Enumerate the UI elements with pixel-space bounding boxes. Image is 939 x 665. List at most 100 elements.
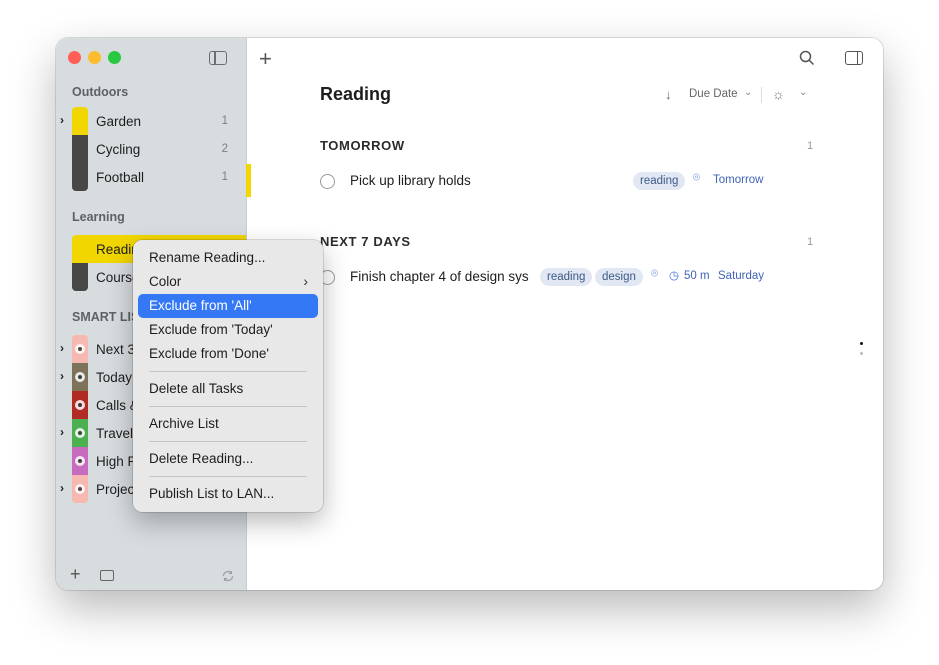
menu-separator [149, 441, 307, 442]
menu-item-label: Delete Reading... [149, 451, 254, 466]
section-header-smart-lists: SMART LIS [72, 310, 140, 324]
sun-icon[interactable]: ☼ [772, 86, 785, 102]
task-checkbox[interactable] [320, 174, 335, 189]
task-row[interactable]: Pick up library holds reading ⌾ Tomorrow [320, 171, 820, 195]
sidebar-item-cycling[interactable]: Cycling 2 [56, 135, 246, 163]
list-color-swatch [72, 163, 88, 191]
menu-separator [149, 371, 307, 372]
sidebar-item-garden[interactable]: › Garden 1 [56, 107, 246, 135]
chevron-right-icon: › [303, 273, 308, 289]
sidebar-item-count: 1 [221, 171, 228, 183]
main-pane: + Reading ↓ Due Date ⌄ ☼ ⌄ TOMORROW 1 Pi… [247, 38, 883, 590]
task-row[interactable]: Finish chapter 4 of design sys reading d… [320, 267, 820, 291]
sidebar-item-label: Football [96, 170, 145, 185]
smart-list-icon [75, 400, 85, 410]
smart-list-swatch [72, 363, 88, 391]
clock-icon: ◷ [669, 270, 680, 282]
sidebar-item-label: Travel [96, 426, 134, 441]
sidebar-item-label: Today [96, 370, 133, 385]
close-window-button[interactable] [68, 51, 81, 64]
minimize-window-button[interactable] [88, 51, 101, 64]
menu-item-delete-all-tasks[interactable]: Delete all Tasks [138, 377, 318, 401]
menu-item-label: Exclude from 'All' [149, 298, 252, 313]
group-count: 1 [807, 236, 814, 248]
arrow-down-icon[interactable]: ↓ [665, 87, 672, 102]
menu-separator [149, 406, 307, 407]
location-pin-icon: ⌾ [651, 268, 658, 280]
smart-list-icon [75, 456, 85, 466]
smart-list-swatch [72, 335, 88, 363]
group-header-tomorrow: TOMORROW [320, 138, 405, 153]
smart-list-swatch [72, 447, 88, 475]
tag-reading[interactable]: reading [540, 268, 593, 286]
tag-design[interactable]: design [595, 268, 643, 286]
context-menu: Rename Reading... Color › Exclude from '… [133, 240, 323, 512]
group-header-next-7-days: NEXT 7 DAYS [320, 234, 411, 249]
chevron-right-icon[interactable]: › [60, 341, 64, 355]
calendar-icon[interactable] [100, 570, 114, 581]
sidebar-item-label: Readir [96, 242, 136, 257]
sidebar-item-count: 2 [221, 143, 228, 155]
section-header-outdoors: Outdoors [72, 85, 129, 99]
chevron-down-icon[interactable]: ⌄ [744, 87, 752, 98]
menu-item-exclude-all[interactable]: Exclude from 'All' [138, 294, 318, 318]
list-color-swatch [72, 135, 88, 163]
menu-item-label: Exclude from 'Done' [149, 346, 269, 361]
menu-item-label: Archive List [149, 416, 219, 431]
menu-item-label: Publish List to LAN... [149, 486, 275, 501]
list-accent-marker [246, 164, 251, 197]
menu-item-label: Rename Reading... [149, 250, 266, 265]
sort-label[interactable]: Due Date [689, 88, 738, 100]
sync-icon[interactable] [221, 569, 235, 583]
sidebar-footer: + [56, 564, 246, 590]
sidebar-icon[interactable] [209, 51, 227, 65]
smart-list-swatch [72, 419, 88, 447]
chevron-right-icon[interactable]: › [60, 481, 64, 495]
menu-item-publish-list[interactable]: Publish List to LAN... [138, 482, 318, 506]
sidebar-item-label: Cycling [96, 142, 141, 157]
sidebar-item-label: Projec [96, 482, 135, 497]
search-icon[interactable] [799, 50, 815, 66]
plus-icon[interactable]: + [70, 564, 81, 585]
sidebar-item-label: Garden [96, 114, 142, 129]
zoom-window-button[interactable] [108, 51, 121, 64]
sidebar-item-label: Next 3 [96, 342, 136, 357]
due-date: Saturday [718, 270, 765, 282]
menu-item-exclude-today[interactable]: Exclude from 'Today' [138, 318, 318, 342]
smart-list-swatch [72, 475, 88, 503]
list-color-swatch [72, 107, 88, 135]
page-indicator-dot[interactable] [860, 352, 863, 355]
chevron-right-icon[interactable]: › [60, 425, 64, 439]
sidebar-item-label: High P [96, 454, 137, 469]
chevron-down-icon[interactable]: ⌄ [799, 87, 807, 98]
menu-item-label: Exclude from 'Today' [149, 322, 273, 337]
sidebar-item-count: 1 [221, 115, 228, 127]
menu-item-label: Color [149, 274, 182, 289]
smart-list-icon [75, 484, 85, 494]
list-title: Reading [320, 84, 392, 104]
chevron-right-icon[interactable]: › [60, 113, 64, 127]
group-count: 1 [807, 140, 814, 152]
task-title[interactable]: Pick up library holds [350, 173, 471, 188]
menu-item-exclude-done[interactable]: Exclude from 'Done' [138, 342, 318, 366]
plus-icon[interactable]: + [259, 46, 272, 72]
menu-item-color[interactable]: Color › [138, 270, 318, 294]
menu-item-archive-list[interactable]: Archive List [138, 412, 318, 436]
chevron-right-icon[interactable]: › [60, 369, 64, 383]
task-title[interactable]: Finish chapter 4 of design sys [350, 269, 535, 284]
due-date: Tomorrow [713, 174, 764, 186]
duration: 50 m [684, 270, 710, 282]
location-pin-icon: ⌾ [693, 172, 700, 184]
menu-item-rename[interactable]: Rename Reading... [138, 246, 318, 270]
page-indicator-dot-active[interactable] [860, 342, 863, 345]
smart-list-swatch [72, 391, 88, 419]
smart-list-icon [75, 344, 85, 354]
smart-list-icon [75, 428, 85, 438]
smart-list-icon [75, 372, 85, 382]
menu-item-label: Delete all Tasks [149, 381, 244, 396]
toolbar-divider [761, 87, 762, 103]
sidebar-item-football[interactable]: Football 1 [56, 163, 246, 191]
tag-reading[interactable]: reading [633, 172, 686, 190]
menu-item-delete-list[interactable]: Delete Reading... [138, 447, 318, 471]
inspector-icon[interactable] [845, 51, 863, 65]
